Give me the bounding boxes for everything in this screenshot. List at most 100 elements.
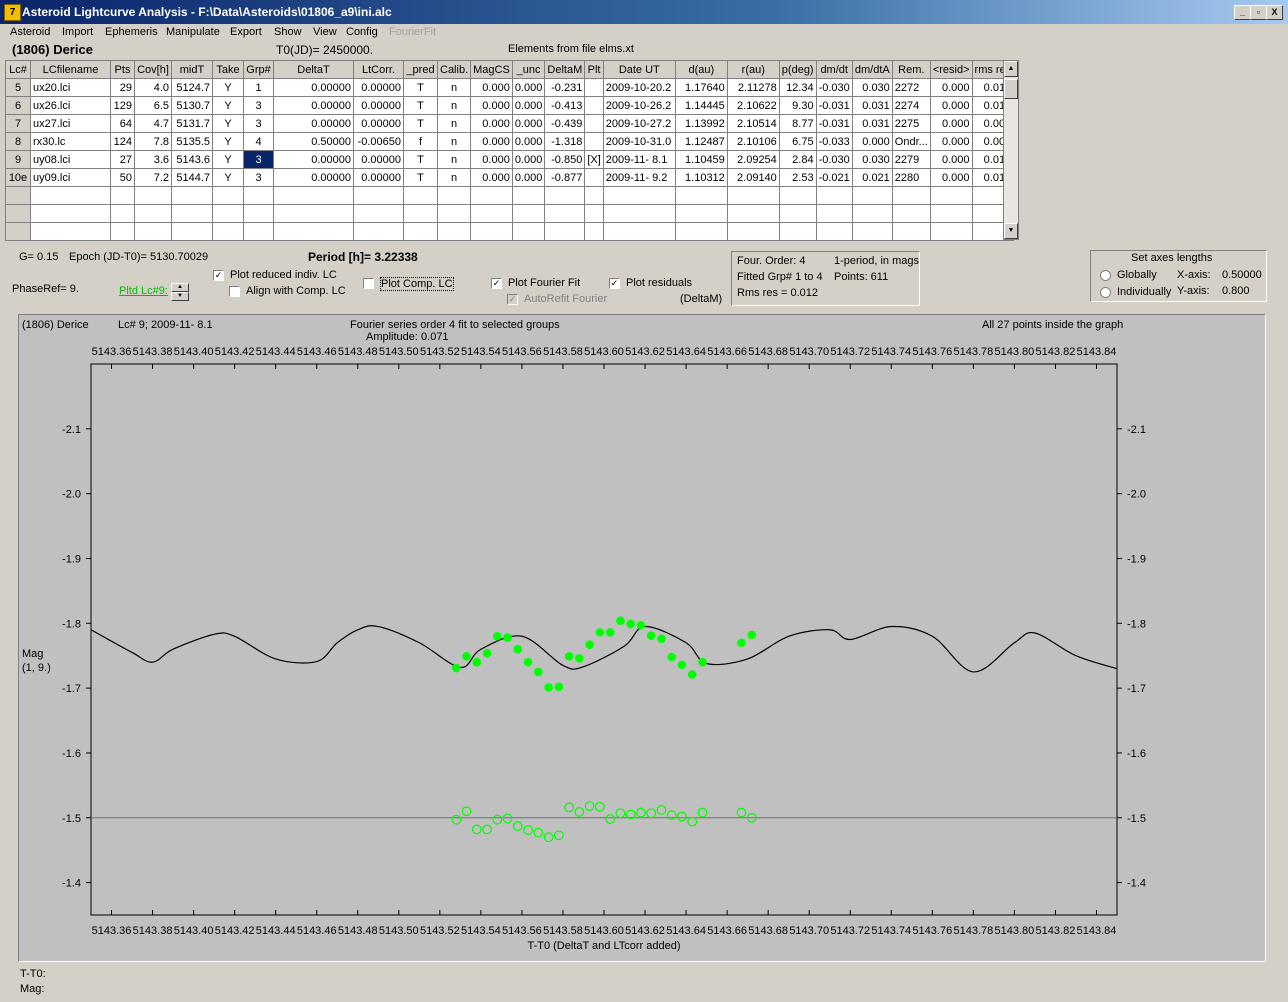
empty-cell[interactable] bbox=[851, 222, 893, 241]
empty-cell[interactable] bbox=[134, 186, 172, 205]
table-cell[interactable]: 1.17640 bbox=[674, 78, 728, 97]
table-cell[interactable]: 3 bbox=[243, 114, 274, 133]
empty-cell[interactable] bbox=[511, 204, 546, 223]
table-cell[interactable]: 1.13992 bbox=[674, 114, 728, 133]
table-row[interactable]: 6 ux26.lci 129 6.5 5130.7 Y 3 0.00000 0.00000 Tn 0… bbox=[5, 96, 1015, 115]
empty-cell[interactable] bbox=[544, 186, 586, 205]
table-scrollbar[interactable]: ▲ ▼ bbox=[1003, 60, 1019, 240]
empty-cell[interactable] bbox=[726, 204, 780, 223]
col-header[interactable]: Cov[h] bbox=[134, 60, 172, 79]
table-cell[interactable]: ux27.lci bbox=[30, 114, 111, 133]
table-cell[interactable]: 6 bbox=[5, 96, 31, 115]
empty-cell[interactable] bbox=[674, 186, 728, 205]
table-cell[interactable]: 1.12487 bbox=[674, 132, 728, 151]
col-header[interactable]: d(au) bbox=[674, 60, 728, 79]
table-cell[interactable]: ux26.lci bbox=[30, 96, 111, 115]
empty-cell[interactable] bbox=[436, 222, 472, 241]
table-cell[interactable]: 7.2 bbox=[134, 168, 172, 187]
empty-cell[interactable] bbox=[511, 186, 546, 205]
table-cell[interactable]: 4.7 bbox=[134, 114, 172, 133]
table-cell[interactable]: 0.00000 bbox=[273, 96, 354, 115]
table-cell[interactable]: 0.000 bbox=[851, 132, 893, 151]
table-cell[interactable]: 2.10106 bbox=[726, 132, 780, 151]
table-cell[interactable]: 0.00000 bbox=[353, 168, 404, 187]
table-cell[interactable]: 2.10622 bbox=[726, 96, 780, 115]
table-cell[interactable]: 5144.7 bbox=[171, 168, 213, 187]
table-cell[interactable]: 12.34 bbox=[778, 78, 817, 97]
col-header[interactable]: Lc# bbox=[5, 60, 31, 79]
table-cell[interactable]: n bbox=[436, 114, 472, 133]
table-cell[interactable]: 0.000 bbox=[511, 114, 546, 133]
table-cell[interactable]: Y bbox=[212, 150, 244, 169]
table-cell[interactable]: -0.00650 bbox=[353, 132, 404, 151]
table-cell[interactable]: 0.50000 bbox=[273, 132, 354, 151]
table-cell[interactable]: 29 bbox=[110, 78, 135, 97]
table-cell[interactable]: T bbox=[403, 78, 438, 97]
table-cell[interactable]: T bbox=[403, 168, 438, 187]
empty-row[interactable] bbox=[5, 222, 1015, 241]
empty-cell[interactable] bbox=[674, 204, 728, 223]
empty-cell[interactable] bbox=[403, 222, 438, 241]
empty-cell[interactable] bbox=[511, 222, 546, 241]
col-header[interactable]: <resid> bbox=[929, 60, 973, 79]
menu-manipulate[interactable]: Manipulate bbox=[166, 26, 220, 38]
empty-cell[interactable] bbox=[929, 186, 973, 205]
empty-cell[interactable] bbox=[602, 204, 676, 223]
empty-cell[interactable] bbox=[891, 204, 931, 223]
col-header[interactable]: DeltaT bbox=[273, 60, 354, 79]
table-cell[interactable]: 5 bbox=[5, 78, 31, 97]
menu-asteroid[interactable]: Asteroid bbox=[10, 26, 50, 38]
empty-cell[interactable] bbox=[403, 204, 438, 223]
empty-cell[interactable] bbox=[30, 222, 111, 241]
table-cell[interactable]: 6.5 bbox=[134, 96, 172, 115]
empty-cell[interactable] bbox=[5, 222, 31, 241]
empty-cell[interactable] bbox=[403, 186, 438, 205]
table-cell[interactable]: n bbox=[436, 78, 472, 97]
col-header[interactable]: Plt bbox=[584, 60, 604, 79]
table-cell[interactable] bbox=[584, 168, 604, 187]
table-cell[interactable]: 4.0 bbox=[134, 78, 172, 97]
table-row[interactable]: 5 ux20.lci 29 4.0 5124.7 Y 1 0.00000 0.00000 Tn 0.… bbox=[5, 78, 1015, 97]
menu-show[interactable]: Show bbox=[274, 26, 302, 38]
empty-cell[interactable] bbox=[30, 186, 111, 205]
table-cell[interactable]: T bbox=[403, 96, 438, 115]
empty-cell[interactable] bbox=[171, 222, 213, 241]
table-cell[interactable]: 0.030 bbox=[851, 150, 893, 169]
table-cell[interactable]: 0.030 bbox=[851, 78, 893, 97]
table-cell[interactable]: uy08.lci bbox=[30, 150, 111, 169]
empty-cell[interactable] bbox=[674, 222, 728, 241]
empty-cell[interactable] bbox=[353, 222, 404, 241]
table-cell[interactable]: T bbox=[403, 114, 438, 133]
table-cell[interactable]: 0.000 bbox=[470, 96, 513, 115]
table-cell[interactable]: 0.000 bbox=[929, 132, 973, 151]
spinner-down-icon[interactable]: ▼ bbox=[171, 292, 189, 301]
plot-comp-checkbox[interactable] bbox=[363, 278, 374, 289]
globally-radio[interactable] bbox=[1100, 270, 1111, 281]
empty-cell[interactable] bbox=[470, 186, 513, 205]
col-header[interactable]: Take bbox=[212, 60, 244, 79]
empty-cell[interactable] bbox=[353, 204, 404, 223]
menu-config[interactable]: Config bbox=[346, 26, 378, 38]
table-cell[interactable]: 0.00000 bbox=[273, 114, 354, 133]
empty-cell[interactable] bbox=[110, 186, 135, 205]
table-cell[interactable]: -0.021 bbox=[815, 168, 853, 187]
table-cell[interactable]: 0.000 bbox=[929, 150, 973, 169]
empty-cell[interactable] bbox=[891, 222, 931, 241]
table-cell[interactable]: 3.6 bbox=[134, 150, 172, 169]
table-cell[interactable]: 1.10312 bbox=[674, 168, 728, 187]
table-cell[interactable]: 129 bbox=[110, 96, 135, 115]
table-cell[interactable]: Y bbox=[212, 78, 244, 97]
table-cell[interactable]: 2009-10-31.0 bbox=[602, 132, 676, 151]
table-cell[interactable]: 10e bbox=[5, 168, 31, 187]
table-cell[interactable]: 2.53 bbox=[778, 168, 817, 187]
table-cell[interactable]: 2.10514 bbox=[726, 114, 780, 133]
scroll-down-icon[interactable]: ▼ bbox=[1004, 223, 1018, 239]
table-cell[interactable]: 0.000 bbox=[929, 114, 973, 133]
table-cell[interactable]: 2.09254 bbox=[726, 150, 780, 169]
table-cell[interactable]: 3 bbox=[243, 150, 274, 169]
x-axis-length[interactable]: 0.50000 bbox=[1222, 269, 1262, 281]
empty-cell[interactable] bbox=[110, 204, 135, 223]
align-comp-checkbox[interactable] bbox=[229, 286, 240, 297]
menu-import[interactable]: Import bbox=[62, 26, 93, 38]
table-cell[interactable]: 0.00000 bbox=[273, 78, 354, 97]
